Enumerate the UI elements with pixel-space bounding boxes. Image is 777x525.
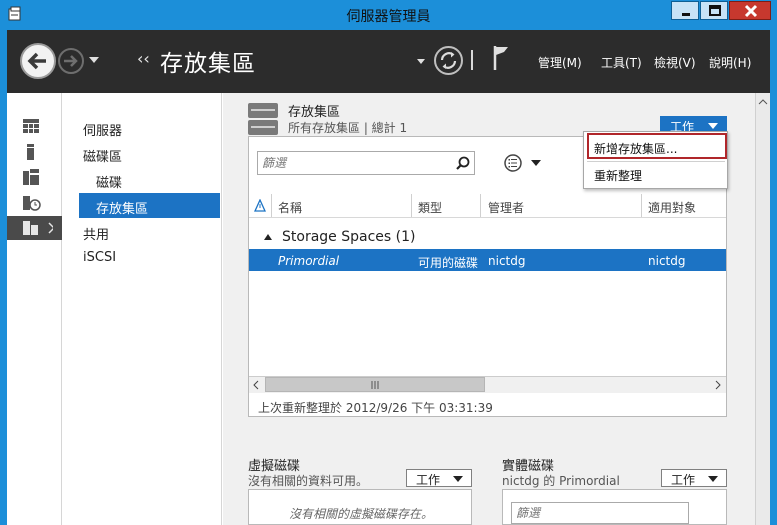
scroll-up-icon[interactable]: [756, 95, 770, 109]
column-separator[interactable]: [480, 194, 481, 218]
menu-divider: [587, 161, 725, 162]
vertical-scrollbar[interactable]: [755, 93, 770, 525]
minimize-icon: [682, 13, 690, 16]
menu-item-refresh[interactable]: 重新整理: [594, 167, 642, 184]
icon-rail: [7, 93, 62, 525]
close-icon: [744, 4, 758, 18]
file-storage-icon[interactable]: [23, 195, 41, 211]
window-border-right: [770, 30, 777, 525]
menu-manage[interactable]: 管理(M): [538, 54, 582, 71]
all-servers-icon[interactable]: [23, 169, 39, 187]
chevron-down-icon: [708, 476, 718, 482]
header-bar: ‹‹ 存放集區 管理(M) 工具(T) 檢視(V) 說明(H): [7, 30, 770, 93]
arrow-right-icon: [64, 55, 78, 67]
physical-disks-subtitle: nictdg 的 Primordial: [502, 474, 620, 488]
flag-icon[interactable]: [492, 44, 510, 72]
nav-item-servers[interactable]: 伺服器: [83, 120, 122, 139]
arrow-left-icon: [27, 52, 46, 70]
nav-item-iscsi[interactable]: iSCSI: [83, 250, 116, 265]
search-icon[interactable]: [456, 156, 470, 170]
group-label[interactable]: Storage Spaces (1): [282, 229, 415, 245]
grip-icon: [371, 381, 379, 389]
collapse-triangle-icon[interactable]: [263, 232, 273, 242]
window-title: 伺服器管理員: [346, 9, 431, 25]
minimize-button[interactable]: [671, 1, 699, 20]
app-icon: [8, 6, 21, 21]
physical-disks-panel: [502, 489, 727, 525]
chevron-down-icon: [708, 123, 718, 129]
column-separator[interactable]: [641, 194, 642, 218]
refresh-status-text: 上次重新整理於 2012/9/26 下午 03:31:39: [258, 401, 493, 415]
menu-view[interactable]: 檢視(V): [654, 54, 696, 71]
navigation-pane: 伺服器 磁碟區 磁碟 存放集區 共用 iSCSI: [62, 93, 222, 525]
column-header-name[interactable]: 名稱: [278, 199, 302, 216]
forward-button[interactable]: [58, 48, 84, 74]
menu-help[interactable]: 說明(H): [709, 54, 751, 71]
local-server-icon[interactable]: [23, 144, 39, 160]
column-header-available-to[interactable]: 適用對象: [648, 199, 696, 216]
history-dropdown-icon[interactable]: [89, 57, 99, 63]
physical-disks-filter-box[interactable]: [511, 502, 689, 524]
nav-item-storage-pools[interactable]: 存放集區: [96, 198, 148, 217]
menu-item-new-storage-pool-label[interactable]: 新增存放集區...: [594, 140, 677, 157]
pools-filter-box[interactable]: [257, 151, 475, 175]
list-options-icon[interactable]: [503, 153, 543, 173]
cell-name: Primordial: [278, 254, 340, 268]
column-separator[interactable]: [411, 194, 412, 218]
physical-disks-tasks-label: 工作: [671, 473, 696, 487]
pools-section-subtitle: 所有存放集區 | 總計 1: [288, 121, 408, 135]
nav-item-volumes[interactable]: 磁碟區: [83, 146, 122, 165]
maximize-button[interactable]: [700, 1, 728, 20]
refresh-icon: [440, 52, 457, 69]
nav-item-disks[interactable]: 磁碟: [96, 172, 122, 191]
pools-filter-input[interactable]: [262, 155, 452, 171]
header-separator: [471, 50, 473, 70]
virtual-disks-subtitle: 沒有相關的資料可用。: [248, 474, 369, 488]
menu-tools[interactable]: 工具(T): [601, 54, 642, 71]
storage-pool-section-icon: [248, 103, 278, 135]
chevron-down-icon: [453, 476, 463, 482]
refresh-dropdown-icon[interactable]: [417, 59, 425, 64]
virtual-disks-tasks-label: 工作: [416, 473, 441, 487]
cell-type: 可用的磁碟: [418, 256, 479, 270]
warning-sort-icon[interactable]: [254, 199, 266, 213]
close-button[interactable]: [729, 1, 771, 20]
scrollbar-thumb[interactable]: [265, 377, 485, 392]
refresh-button[interactable]: [434, 46, 463, 75]
cell-managed-by: nictdg: [488, 254, 526, 268]
breadcrumb-arrows[interactable]: ‹‹: [137, 49, 150, 68]
title-bar[interactable]: 伺服器管理員: [0, 0, 777, 30]
virtual-disks-tasks-button[interactable]: 工作: [406, 469, 472, 487]
virtual-disks-empty-text: 沒有相關的虛擬磁碟存在。: [289, 507, 434, 521]
pools-section-title: 存放集區: [288, 105, 341, 120]
physical-disks-tasks-button[interactable]: 工作: [661, 469, 727, 487]
column-separator[interactable]: [271, 194, 272, 218]
page-title: 存放集區: [160, 51, 256, 77]
nav-item-shares[interactable]: 共用: [83, 224, 109, 243]
rail-active-item[interactable]: [7, 216, 62, 240]
column-header-type[interactable]: 類型: [418, 199, 442, 216]
header-divider: [249, 217, 726, 218]
dashboard-icon[interactable]: [23, 118, 39, 134]
scroll-left-icon[interactable]: [251, 380, 261, 390]
maximize-icon: [709, 5, 721, 16]
cell-available-to: nictdg: [648, 254, 686, 268]
storage-pools-icon: [23, 221, 53, 235]
scroll-right-icon[interactable]: [713, 380, 723, 390]
physical-disks-filter-input[interactable]: [516, 506, 666, 520]
column-header-managed-by[interactable]: 管理者: [488, 199, 524, 216]
back-button[interactable]: [20, 43, 56, 79]
virtual-disks-panel: 沒有相關的虛擬磁碟存在。: [248, 489, 472, 525]
window-border-left: [0, 30, 7, 525]
